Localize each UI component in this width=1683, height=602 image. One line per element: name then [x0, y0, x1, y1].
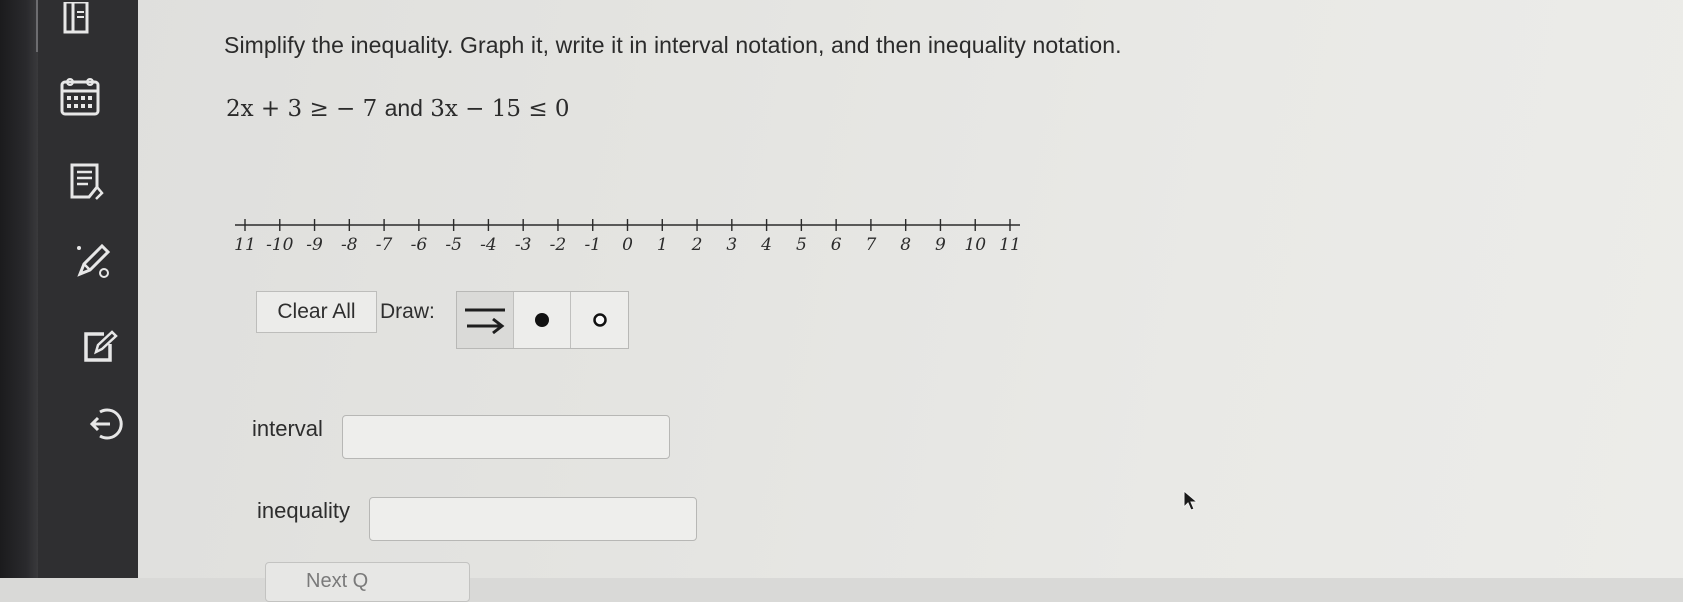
inequality-expression: 2x + 3 ≥ − 7 and 3x − 15 ≤ 0	[226, 95, 570, 122]
notes-icon[interactable]	[69, 163, 105, 201]
number-line-tick-label: 1	[657, 235, 668, 255]
number-line-tick-label: -9	[306, 235, 323, 255]
inequality-part-1: 2x + 3 ≥ − 7	[226, 96, 378, 122]
number-line-tick-label: 6	[831, 235, 842, 255]
inequality-part-2: 3x − 15 ≤ 0	[430, 96, 570, 122]
calendar-icon[interactable]	[60, 78, 100, 116]
number-line-tick-label: 5	[796, 235, 807, 255]
number-line-tick-label: 4	[760, 235, 772, 255]
number-line-tick-label: 2	[691, 235, 703, 255]
draw-tool-group	[456, 291, 629, 349]
inequality-joiner: and	[384, 95, 423, 121]
edit-box-icon[interactable]	[82, 330, 118, 364]
interval-label: interval	[252, 416, 323, 441]
open-dot-tool-button[interactable]	[571, 292, 628, 348]
number-line-tick-label: -1	[584, 235, 601, 255]
number-line-tick-label: 7	[865, 235, 876, 255]
pencil-icon[interactable]	[74, 240, 114, 280]
number-line-tick-label: -6	[411, 235, 428, 255]
number-line-tick-label: 11	[234, 235, 256, 255]
closed-dot-icon	[535, 313, 549, 327]
number-line-tick-label: 9	[935, 235, 946, 255]
next-question-button[interactable]: Next Q	[265, 562, 470, 602]
table-icon[interactable]	[62, 2, 92, 36]
inequality-input[interactable]	[369, 497, 697, 541]
number-line-tick-label: 11	[999, 235, 1020, 255]
number-line-tick-label: 3	[726, 235, 737, 255]
clear-all-button[interactable]: Clear All	[256, 291, 377, 333]
mouse-pointer-icon	[1183, 489, 1199, 517]
interval-input[interactable]	[342, 415, 670, 459]
logout-icon[interactable]	[88, 406, 124, 442]
number-line-tick-label: -5	[445, 235, 462, 255]
ray-arrow-icon	[465, 308, 505, 335]
number-line-tick-label: -7	[376, 235, 393, 255]
inequality-label: inequality	[257, 498, 350, 523]
draw-label: Draw:	[380, 300, 435, 323]
open-dot-icon	[592, 313, 607, 327]
number-line[interactable]: 11 -10 -9 -8 -7 -6 -5 -4 -3 -2 -1 0 1 2 3 4 5 6 7 8 9 10 11	[230, 208, 1020, 258]
screen-bezel	[0, 0, 43, 578]
number-line-tick-label: 8	[900, 235, 911, 255]
number-line-tick-label: -4	[480, 235, 497, 255]
number-line-tick-label: -8	[341, 235, 358, 255]
number-line-tick-label: 0	[622, 235, 633, 255]
question-prompt: Simplify the inequality. Graph it, write…	[224, 32, 1122, 58]
number-line-tick-label: 10	[964, 235, 986, 255]
number-line-tick-label: -10	[266, 235, 294, 255]
number-line-tick-label: -3	[515, 235, 532, 255]
number-line-tick-label: -2	[550, 235, 567, 255]
sidebar	[38, 0, 138, 578]
ray-tool-button[interactable]	[457, 292, 514, 348]
page	[0, 0, 1683, 578]
closed-dot-tool-button[interactable]	[514, 292, 571, 348]
